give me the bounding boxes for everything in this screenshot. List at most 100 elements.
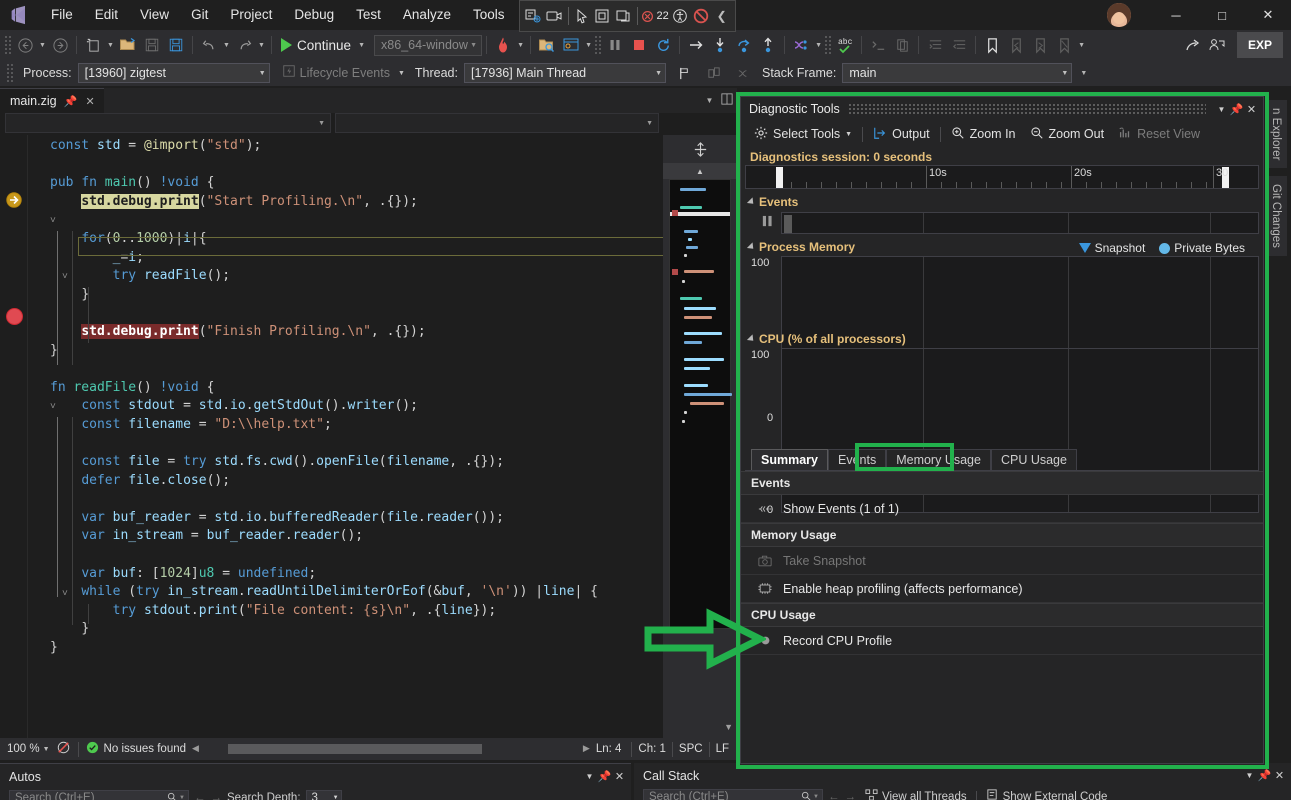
hscroll-left-arrow-icon[interactable]: ◀ xyxy=(192,743,199,754)
spellcheck-icon[interactable]: abc xyxy=(833,33,857,57)
debugbar-grip[interactable] xyxy=(6,63,15,83)
redo-caret-icon[interactable]: ▼ xyxy=(256,33,267,57)
source-code[interactable]: const std = @import("std"); pub fn main(… xyxy=(28,135,663,658)
menu-item-view[interactable]: View xyxy=(129,0,180,30)
autos-pin-icon[interactable]: 📌 xyxy=(597,768,612,786)
flag-icon[interactable] xyxy=(672,61,696,85)
pin-icon[interactable]: 📌 xyxy=(64,95,77,108)
window-icon[interactable] xyxy=(614,4,633,28)
split-view-icon[interactable] xyxy=(720,93,733,108)
save-icon[interactable] xyxy=(140,33,164,57)
zoom-in-button[interactable]: Zoom In xyxy=(944,123,1023,145)
pause-events-icon[interactable] xyxy=(761,215,774,233)
stop-icon[interactable] xyxy=(627,33,651,57)
prev-bookmark-icon[interactable] xyxy=(1004,33,1028,57)
tab-events[interactable]: Events xyxy=(828,449,886,470)
enable-heap-profiling-row[interactable]: Enable heap profiling (affects performan… xyxy=(741,575,1263,603)
call-stack-prev-icon[interactable]: ← xyxy=(828,791,840,800)
autos-search-input[interactable]: Search (Ctrl+E) ▼ xyxy=(9,790,189,800)
menu-item-file[interactable]: File xyxy=(40,0,84,30)
comment-icon[interactable] xyxy=(866,33,890,57)
thread-combo[interactable]: [17936] Main Thread ▼ xyxy=(464,63,666,83)
tab-memory-usage[interactable]: Memory Usage xyxy=(886,449,991,470)
show-next-statement-icon[interactable] xyxy=(684,33,708,57)
process-combo[interactable]: [13960] zigtest ▼ xyxy=(78,63,270,83)
autos-dropdown-icon[interactable]: ▼ xyxy=(582,768,597,786)
open-file-icon[interactable] xyxy=(116,33,140,57)
outdent-icon[interactable] xyxy=(947,33,971,57)
editor-tab-main-zig[interactable]: main.zig 📌 ✕ xyxy=(0,88,104,113)
menu-item-analyze[interactable]: Analyze xyxy=(392,0,462,30)
restart-icon[interactable] xyxy=(651,33,675,57)
timeline-left-handle[interactable] xyxy=(776,167,783,188)
bug-count-icon[interactable]: 22 xyxy=(641,4,668,28)
undo-icon[interactable] xyxy=(197,33,221,57)
step-into-icon[interactable] xyxy=(708,33,732,57)
diag-pin-icon[interactable]: 📌 xyxy=(1229,100,1244,118)
event-marker[interactable] xyxy=(784,215,792,233)
stackframe-combo[interactable]: main ▼ xyxy=(842,63,1072,83)
autos-prev-icon[interactable]: ← xyxy=(194,792,206,800)
threads-link-icon[interactable] xyxy=(732,61,756,85)
call-stack-next-icon[interactable]: → xyxy=(845,791,857,800)
menu-item-test[interactable]: Test xyxy=(345,0,392,30)
continue-caret-icon[interactable]: ▼ xyxy=(356,33,367,57)
bookmarks-caret-icon[interactable]: ▼ xyxy=(1076,33,1087,57)
navigate-forward-icon[interactable] xyxy=(48,33,72,57)
attach-process-icon[interactable] xyxy=(559,33,583,57)
legend-private-bytes[interactable]: Private Bytes xyxy=(1159,241,1245,255)
minimize-button[interactable]: ─ xyxy=(1153,0,1199,30)
close-button[interactable]: ✕ xyxy=(1245,0,1291,30)
zoom-out-button[interactable]: Zoom Out xyxy=(1023,123,1112,145)
tab-overflow-icon[interactable]: ▼ xyxy=(703,96,716,105)
uncomment-icon[interactable] xyxy=(890,33,914,57)
bookmark-icon[interactable] xyxy=(980,33,1004,57)
tab-cpu-usage[interactable]: CPU Usage xyxy=(991,449,1077,470)
scroll-down-arrow-icon[interactable]: ▼ xyxy=(724,722,733,732)
collapse-icon[interactable]: ❮ xyxy=(712,4,731,28)
navigate-back-caret-icon[interactable]: ▼ xyxy=(37,33,48,57)
record-cpu-profile-row[interactable]: Record CPU Profile xyxy=(741,627,1263,655)
menu-item-project[interactable]: Project xyxy=(219,0,283,30)
show-external-code-label[interactable]: Show External Code xyxy=(1003,791,1108,800)
continue-button[interactable]: Continue ▼ xyxy=(276,33,372,57)
code-text-area[interactable]: const std = @import("std"); pub fn main(… xyxy=(28,135,663,738)
maximize-button[interactable]: □ xyxy=(1199,0,1245,30)
block-icon[interactable] xyxy=(692,4,711,28)
fold-marker-main[interactable]: ˅ xyxy=(50,215,56,226)
minimap-panel[interactable]: ▲ xyxy=(663,135,737,738)
navigate-back-icon[interactable] xyxy=(13,33,37,57)
new-item-icon[interactable] xyxy=(81,33,105,57)
region-icon[interactable] xyxy=(593,4,612,28)
debugbar-overflow-icon[interactable]: ▼ xyxy=(1078,61,1089,85)
eol-indicator[interactable]: LF xyxy=(716,743,737,755)
menu-item-git[interactable]: Git xyxy=(180,0,219,30)
glyph-gutter[interactable] xyxy=(0,135,28,738)
hscroll-right-arrow-icon[interactable]: ▶ xyxy=(583,743,590,754)
record-step-icon[interactable] xyxy=(524,4,543,28)
toolbar-grip-2[interactable] xyxy=(594,35,603,55)
step-over-icon[interactable] xyxy=(732,33,756,57)
autos-next-icon[interactable]: → xyxy=(211,792,223,800)
legend-snapshot[interactable]: Snapshot xyxy=(1079,241,1146,255)
menu-item-debug[interactable]: Debug xyxy=(283,0,345,30)
menu-item-tools[interactable]: Tools xyxy=(462,0,516,30)
undo-caret-icon[interactable]: ▼ xyxy=(221,33,232,57)
process-memory-section-header[interactable]: Process Memory xyxy=(749,240,855,254)
indent-icon[interactable] xyxy=(923,33,947,57)
call-stack-dropdown-icon[interactable]: ▼ xyxy=(1242,767,1257,785)
breakpoint-icon[interactable] xyxy=(6,308,23,325)
search-depth-stepper[interactable]: 3 ▼ xyxy=(306,790,342,800)
parallel-watch-icon[interactable] xyxy=(702,61,726,85)
nav-type-combo[interactable]: ▼ xyxy=(5,113,331,133)
avatar[interactable] xyxy=(1107,3,1131,27)
output-button[interactable]: Output xyxy=(866,123,937,145)
zoom-control[interactable]: 100 % ▼ xyxy=(0,743,50,755)
open-folder-icon[interactable] xyxy=(535,33,559,57)
share-icon[interactable] xyxy=(1181,33,1205,57)
live-share-icon[interactable] xyxy=(1205,33,1229,57)
pause-icon[interactable] xyxy=(603,33,627,57)
events-section-header[interactable]: Events xyxy=(749,195,798,209)
events-track[interactable] xyxy=(781,212,1259,234)
cursor-icon[interactable] xyxy=(572,4,591,28)
